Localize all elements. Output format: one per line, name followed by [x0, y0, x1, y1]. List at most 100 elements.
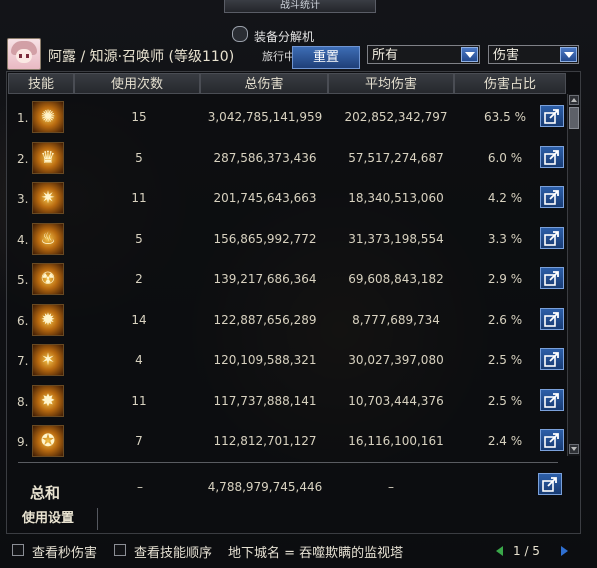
col-header-uses: 使用次数 — [74, 73, 200, 94]
check-dps-checkbox[interactable] — [12, 544, 24, 556]
usage-settings-button[interactable]: 使用设置 — [8, 508, 98, 530]
row-damage-share: 6.0 % — [487, 150, 523, 165]
filter-dropdown-value: 所有 — [372, 48, 399, 63]
check-dps-label: 查看秒伤害 — [32, 546, 98, 561]
row-total-damage: 287,586,373,436 — [213, 150, 317, 165]
row-uses: 15 — [131, 110, 147, 124]
row-total-damage: 117,737,888,141 — [213, 393, 317, 408]
row-uses: 4 — [135, 353, 143, 367]
total-share-button[interactable] — [538, 473, 562, 495]
row-rank: 9. — [17, 435, 29, 449]
row-damage-share: 2.4 % — [487, 434, 523, 448]
check-order-label: 查看技能顺序 — [134, 546, 213, 561]
row-share-button[interactable] — [540, 267, 564, 289]
row-avg-damage: 10,703,444,376 — [348, 393, 444, 408]
row-share-button[interactable] — [540, 388, 564, 411]
skill-icon-9: ✪ — [32, 425, 64, 457]
total-uses: – — [137, 480, 143, 494]
share-icon — [544, 230, 559, 246]
machine-label: 装备分解机 — [254, 30, 315, 44]
reset-button[interactable]: 重置 — [292, 46, 360, 69]
chevron-down-icon[interactable] — [461, 47, 478, 62]
check-order-checkbox[interactable] — [114, 544, 126, 556]
row-avg-damage: 202,852,342,797 — [344, 110, 448, 124]
table-row: 1. ✺ 15 3,042,785,141,959 202,852,342,797 63.… — [8, 98, 564, 138]
row-damage-share: 2.9 % — [487, 272, 523, 286]
row-damage-share: 2.5 % — [487, 393, 523, 408]
scroll-thumb[interactable] — [569, 107, 579, 129]
row-rank: 1. — [17, 111, 29, 125]
next-page-icon[interactable] — [557, 544, 571, 558]
col-header-damage-share: 伤害占比 — [454, 73, 566, 94]
total-damage-sum: 4,788,979,745,446 — [207, 480, 323, 494]
row-share-button[interactable] — [540, 105, 564, 127]
prev-page-icon[interactable] — [493, 544, 507, 558]
row-rank: 8. — [17, 394, 29, 409]
table-row: 6. ✹ 14 122,887,656,289 8,777,689,734 2.6 % — [8, 301, 564, 341]
row-rank: 7. — [17, 354, 29, 368]
row-total-damage: 156,865,992,772 — [213, 231, 317, 246]
metric-dropdown[interactable]: 伤害 — [488, 45, 579, 64]
share-icon — [544, 149, 559, 165]
skill-icon-2: ♛ — [32, 141, 64, 174]
scrollbar[interactable] — [567, 94, 580, 456]
row-avg-damage: 31,373,198,554 — [348, 231, 444, 246]
row-damage-share: 4.2 % — [487, 191, 523, 205]
table-row: 4. ♨ 5 156,865,992,772 31,373,198,554 3.3 % — [8, 220, 564, 260]
share-icon — [544, 392, 559, 408]
row-avg-damage: 16,116,100,161 — [348, 434, 444, 448]
row-uses: 7 — [135, 434, 143, 448]
combat-stats-window: 战斗统计 阿露 / 知源·召唤师 (等级110) 装备分解机 旅行中的 重置 所… — [0, 0, 597, 568]
skill-icon-3: ✷ — [32, 182, 64, 214]
skill-icon-7: ✶ — [32, 344, 64, 376]
col-header-skill: 技能 — [8, 73, 74, 94]
chevron-down-icon[interactable] — [560, 47, 577, 62]
share-icon — [544, 271, 559, 286]
row-uses: 5 — [135, 150, 143, 165]
scroll-down-icon[interactable] — [569, 444, 579, 454]
table-row: 8. ✸ 11 117,737,888,141 10,703,444,376 2.5 % — [8, 382, 564, 422]
share-icon — [542, 477, 557, 492]
row-share-button[interactable] — [540, 186, 564, 208]
player-name: 阿露 / 知源·召唤师 (等级110) — [48, 49, 235, 65]
row-share-button[interactable] — [540, 348, 564, 370]
character-avatar — [7, 38, 41, 70]
row-total-damage: 112,812,701,127 — [213, 434, 317, 448]
row-share-button[interactable] — [540, 226, 564, 249]
scroll-up-icon[interactable] — [569, 95, 579, 105]
skill-icon-4: ♨ — [32, 222, 64, 255]
filter-dropdown[interactable]: 所有 — [367, 45, 480, 64]
row-uses: 2 — [135, 272, 143, 286]
header: 阿露 / 知源·召唤师 (等级110) 装备分解机 旅行中的 重置 所有 伤害 — [0, 12, 597, 70]
row-rank: 5. — [17, 273, 29, 287]
row-uses: 14 — [131, 312, 147, 327]
row-uses: 11 — [131, 191, 147, 205]
metric-dropdown-value: 伤害 — [493, 48, 520, 63]
row-share-button[interactable] — [540, 145, 564, 168]
total-divider — [18, 462, 558, 463]
row-avg-damage: 8,777,689,734 — [352, 312, 440, 327]
table-row: 7. ✶ 4 120,109,588,321 30,027,397,080 2.5 % — [8, 341, 564, 381]
row-damage-share: 2.6 % — [487, 312, 523, 327]
skill-icon-5: ☢ — [32, 263, 64, 295]
table-row: 9. ✪ 7 112,812,701,127 16,116,100,161 2.4 % — [8, 422, 564, 462]
page-indicator: 1 / 5 — [513, 544, 540, 558]
skill-icon-8: ✸ — [32, 384, 64, 417]
table-row: 5. ☢ 2 139,217,686,364 69,608,843,182 2.9 % — [8, 260, 564, 300]
row-rank: 4. — [17, 232, 29, 247]
share-icon — [544, 433, 559, 448]
share-icon — [544, 190, 559, 205]
share-icon — [544, 352, 559, 367]
row-share-button[interactable] — [540, 307, 564, 330]
row-share-button[interactable] — [540, 429, 564, 451]
row-rank: 3. — [17, 192, 29, 206]
row-uses: 11 — [131, 393, 147, 408]
col-header-avg-damage: 平均伤害 — [328, 73, 454, 94]
table-row: 3. ✷ 11 201,745,643,663 18,340,513,060 4.2 % — [8, 179, 564, 219]
row-total-damage: 139,217,686,364 — [213, 272, 317, 286]
row-damage-share: 3.3 % — [487, 231, 523, 246]
pager: 1 / 5 — [489, 540, 593, 564]
row-total-damage: 120,109,588,321 — [213, 353, 317, 367]
table-row: 2. ♛ 5 287,586,373,436 57,517,274,687 6.0 % — [8, 139, 564, 179]
row-total-damage: 201,745,643,663 — [213, 191, 317, 205]
